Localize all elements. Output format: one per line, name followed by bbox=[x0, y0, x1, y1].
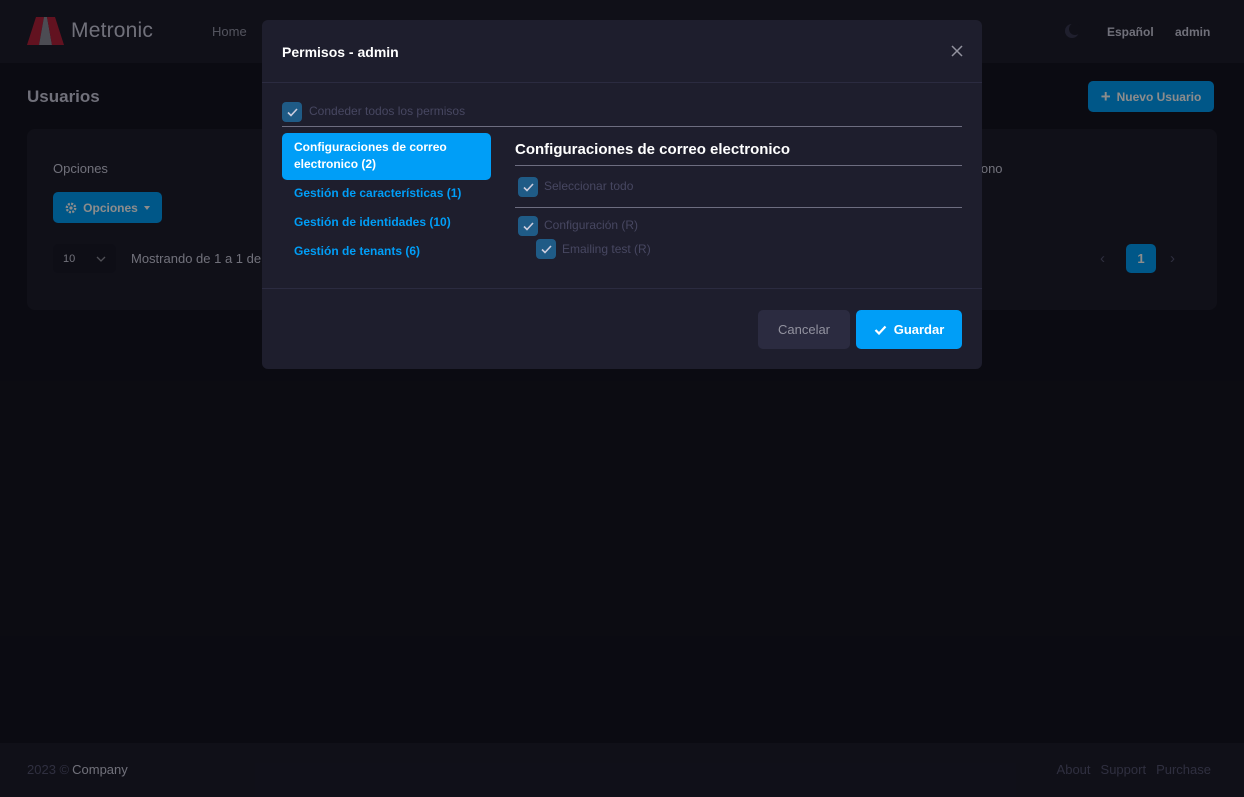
save-button-label: Guardar bbox=[893, 322, 945, 337]
check-icon bbox=[540, 244, 552, 254]
permission-group-email-settings[interactable]: Configuraciones de correo electronico (2… bbox=[282, 133, 491, 180]
select-all-label: Seleccionar todo bbox=[544, 179, 634, 193]
select-all-checkbox[interactable] bbox=[518, 177, 538, 197]
modal-title: Permisos - admin bbox=[282, 44, 399, 60]
check-icon bbox=[874, 325, 887, 335]
divider bbox=[282, 126, 962, 127]
modal-footer-divider bbox=[262, 288, 982, 289]
permission-group-tenants[interactable]: Gestión de tenants (6) bbox=[282, 243, 491, 260]
grant-all-label: Condeder todos los permisos bbox=[309, 104, 466, 118]
grant-all-checkbox[interactable] bbox=[282, 102, 302, 122]
divider bbox=[515, 207, 962, 208]
permission-checkbox-emailing-test[interactable] bbox=[536, 239, 556, 259]
save-button[interactable]: Guardar bbox=[856, 310, 962, 349]
permission-section-title: Configuraciones de correo electronico bbox=[515, 141, 791, 158]
permission-checkbox-configuration[interactable] bbox=[518, 216, 538, 236]
permission-group-identities[interactable]: Gestión de identidades (10) bbox=[282, 214, 491, 231]
cancel-button[interactable]: Cancelar bbox=[758, 310, 850, 349]
check-icon bbox=[522, 182, 534, 192]
check-icon bbox=[522, 221, 534, 231]
permission-label-emailing-test: Emailing test (R) bbox=[562, 242, 651, 256]
check-icon bbox=[286, 107, 298, 117]
permission-label-configuration: Configuración (R) bbox=[544, 218, 639, 232]
permission-group-features[interactable]: Gestión de características (1) bbox=[282, 185, 491, 202]
permissions-modal: Permisos - admin Condeder todos los perm… bbox=[262, 20, 982, 369]
close-icon[interactable] bbox=[950, 44, 964, 58]
divider bbox=[515, 165, 962, 166]
modal-header: Permisos - admin bbox=[262, 20, 982, 83]
